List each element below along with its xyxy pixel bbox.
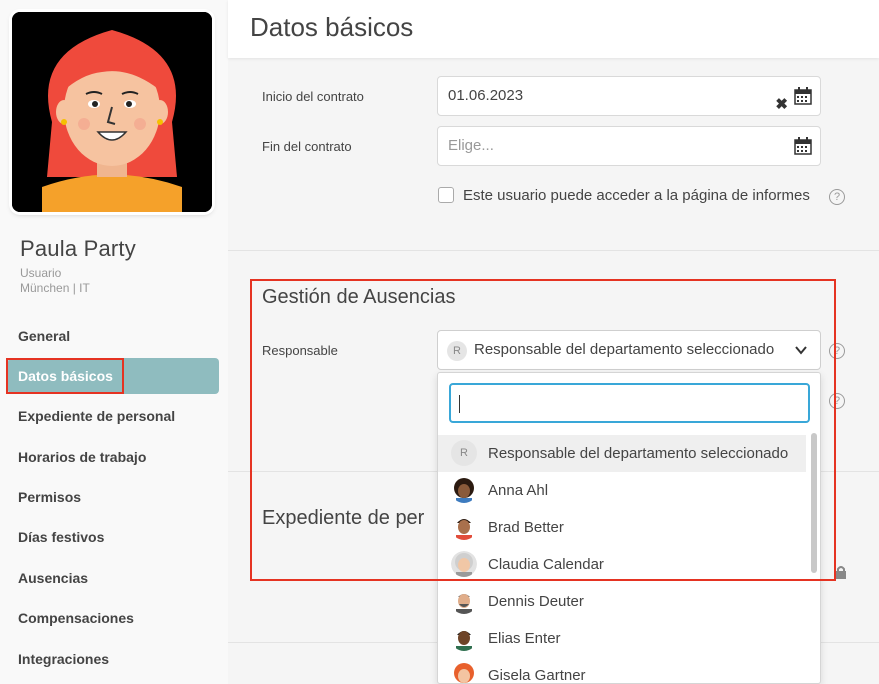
contract-start-value: 01.06.2023 xyxy=(448,87,524,104)
contract-end-placeholder: Elige... xyxy=(448,137,494,154)
dropdown-option[interactable]: Claudia Calendar xyxy=(438,546,806,583)
option-label: Anna Ahl xyxy=(488,482,549,499)
sidebar: Paula Party Usuario München | IT General… xyxy=(0,0,228,684)
user-name: Paula Party xyxy=(20,236,136,261)
responsible-dropdown: R Responsable del departamento seleccion… xyxy=(437,372,821,684)
brad-avatar xyxy=(451,514,477,540)
profile-avatar[interactable] xyxy=(12,12,212,212)
main-content: Datos básicos Inicio del contrato 01.06.… xyxy=(228,0,879,684)
user-location: München | IT xyxy=(20,281,90,295)
active-item-annotation xyxy=(6,358,124,394)
dennis-avatar xyxy=(451,588,477,614)
sidebar-item-ausencias[interactable]: Ausencias xyxy=(0,560,228,596)
responsible-label: Responsable xyxy=(262,343,338,358)
sidebar-item-compensaciones[interactable]: Compensaciones xyxy=(0,600,228,636)
text-caret xyxy=(459,395,460,413)
responsible-value: Responsable del departamento seleccionad… xyxy=(474,341,775,358)
gisela-avatar xyxy=(451,662,477,683)
user-role: Usuario xyxy=(20,266,62,280)
dropdown-option[interactable]: Dennis Deuter xyxy=(438,583,806,620)
option-badge: R xyxy=(451,440,477,466)
reports-access-label: Este usuario puede acceder a la página d… xyxy=(463,187,810,204)
option-label: Dennis Deuter xyxy=(488,593,584,610)
page-header: Datos básicos xyxy=(228,0,879,58)
contract-end-label: Fin del contrato xyxy=(262,139,352,154)
clear-icon[interactable]: ✖ xyxy=(775,86,788,124)
calendar-icon[interactable] xyxy=(794,137,812,155)
option-label: Responsable del departamento seleccionad… xyxy=(488,445,789,462)
dropdown-option[interactable]: Anna Ahl xyxy=(438,472,806,509)
elias-avatar xyxy=(451,625,477,651)
anna-avatar xyxy=(451,477,477,503)
dropdown-option[interactable]: Gisela Gartner xyxy=(438,657,806,684)
contract-start-label: Inicio del contrato xyxy=(262,89,364,104)
sidebar-item-integraciones[interactable]: Integraciones xyxy=(0,641,228,677)
chevron-down-icon[interactable] xyxy=(794,343,808,357)
help-icon[interactable]: ? xyxy=(829,189,845,205)
page-title: Datos básicos xyxy=(250,12,414,42)
dropdown-scrollbar[interactable] xyxy=(811,433,817,573)
dropdown-option[interactable]: R Responsable del departamento seleccion… xyxy=(438,435,806,472)
claudia-avatar xyxy=(451,551,477,577)
sidebar-item-expediente[interactable]: Expediente de personal xyxy=(0,398,228,434)
responsible-select[interactable]: R Responsable del departamento seleccion… xyxy=(437,330,821,370)
sidebar-item-dias-festivos[interactable]: Días festivos xyxy=(0,519,228,555)
dropdown-option[interactable]: Brad Better xyxy=(438,509,806,546)
option-label: Elias Enter xyxy=(488,630,561,647)
lock-icon xyxy=(836,566,846,579)
section-divider xyxy=(228,250,879,251)
sidebar-item-permisos[interactable]: Permisos xyxy=(0,479,228,515)
help-icon[interactable]: ? xyxy=(829,393,845,409)
sidebar-item-general[interactable]: General xyxy=(0,318,228,354)
calendar-icon[interactable] xyxy=(794,87,812,105)
contract-start-input[interactable]: 01.06.2023 ✖ xyxy=(437,76,821,116)
contract-end-input[interactable]: Elige... xyxy=(437,126,821,166)
dropdown-search-input[interactable] xyxy=(449,383,810,423)
sidebar-item-horarios[interactable]: Horarios de trabajo xyxy=(0,439,228,475)
dropdown-option[interactable]: Elias Enter xyxy=(438,620,806,657)
responsible-badge: R xyxy=(447,341,467,361)
option-label: Claudia Calendar xyxy=(488,556,604,573)
help-icon[interactable]: ? xyxy=(829,343,845,359)
reports-access-checkbox[interactable] xyxy=(438,187,454,203)
option-label: Gisela Gartner xyxy=(488,667,586,684)
personnel-file-title: Expediente de per xyxy=(262,507,425,529)
absence-management-title: Gestión de Ausencias xyxy=(262,286,456,308)
option-label: Brad Better xyxy=(488,519,564,536)
